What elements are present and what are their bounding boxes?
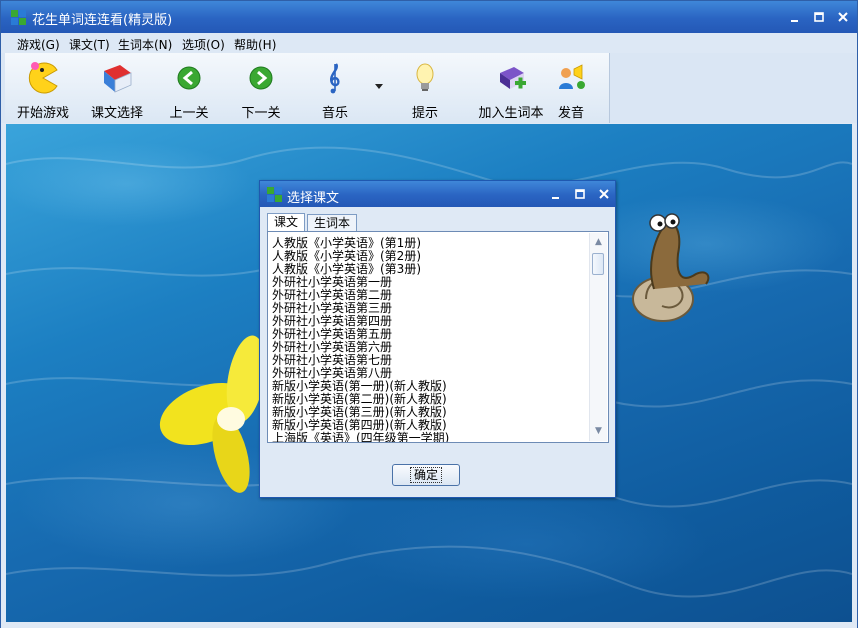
app-grid-icon	[11, 10, 26, 25]
arrow-left-icon	[177, 66, 201, 90]
music-note-icon	[329, 63, 340, 94]
scroll-thumb[interactable]	[592, 253, 604, 275]
next-level-button[interactable]: 下一关	[225, 57, 297, 121]
listbox-scrollbar[interactable]: ▲ ▼	[589, 233, 607, 441]
previous-level-button[interactable]: 上一关	[153, 57, 225, 121]
toolbar: 开始游戏 课文选择 上一关 下一关 音乐 提示 加入生词本 发音	[1, 53, 857, 123]
scroll-up-icon[interactable]: ▲	[590, 235, 607, 250]
add-book-icon	[500, 67, 526, 89]
dialog-title-bar[interactable]: 选择课文	[260, 181, 615, 207]
lesson-list-item[interactable]: 上海版《英语》(四年级第一学期)	[272, 432, 590, 443]
pacman-icon	[28, 62, 58, 94]
select-lesson-dialog: 选择课文 课文 生词本 人教版《小学英语》(第1册) 人教版《小学英语》(第2册)…	[259, 180, 616, 498]
arrow-right-icon	[249, 66, 273, 90]
book-icon	[104, 65, 132, 93]
menu-options[interactable]: 选项(O)	[182, 36, 225, 53]
ok-button[interactable]: 确定	[392, 464, 460, 486]
speaker-person-icon	[559, 64, 585, 89]
maximize-icon[interactable]	[811, 9, 827, 25]
menu-wordbook[interactable]: 生词本(N)	[118, 36, 172, 53]
toolbar-button-area: 开始游戏 课文选择 上一关 下一关 音乐 提示 加入生词本 发音	[5, 53, 610, 123]
lesson-list: 人教版《小学英语》(第1册) 人教版《小学英语》(第2册) 人教版《小学英语》(第3…	[272, 237, 590, 443]
window-bottom-edge	[1, 622, 857, 628]
scroll-down-icon[interactable]: ▼	[590, 424, 607, 439]
previous-level-label: 上一关	[169, 106, 209, 121]
music-dropdown-arrow-icon[interactable]	[375, 84, 383, 89]
ok-button-label: 确定	[409, 467, 442, 483]
dialog-app-grid-icon	[267, 187, 282, 202]
music-label: 音乐	[321, 106, 348, 121]
dialog-maximize-icon[interactable]	[572, 186, 588, 202]
tab-lessons[interactable]: 课文	[267, 213, 305, 232]
select-lesson-label: 课文选择	[90, 106, 143, 121]
hint-button[interactable]: 提示	[389, 57, 461, 121]
window-title: 花生单词连连看(精灵版)	[32, 13, 173, 28]
select-lesson-button[interactable]: 课文选择	[81, 57, 153, 121]
pronounce-button[interactable]: 发音	[535, 57, 607, 121]
next-level-label: 下一关	[241, 106, 281, 121]
music-button[interactable]: 音乐	[299, 57, 371, 121]
snail-mascot	[632, 213, 710, 322]
menu-lesson[interactable]: 课文(T)	[69, 36, 110, 53]
start-game-button[interactable]: 开始游戏	[7, 57, 79, 121]
title-bar[interactable]: 花生单词连连看(精灵版)	[1, 1, 857, 33]
start-game-label: 开始游戏	[16, 106, 69, 121]
dialog-close-icon[interactable]	[596, 186, 612, 202]
dialog-minimize-icon[interactable]	[548, 186, 564, 202]
lightbulb-icon	[416, 63, 434, 91]
menu-bar: 游戏(G) 课文(T) 生词本(N) 选项(O) 帮助(H)	[1, 33, 857, 53]
tab-wordbook[interactable]: 生词本	[307, 214, 357, 231]
menu-game[interactable]: 游戏(G)	[17, 36, 60, 53]
dialog-title: 选择课文	[287, 191, 340, 206]
hint-label: 提示	[411, 106, 438, 121]
menu-help[interactable]: 帮助(H)	[234, 36, 276, 53]
minimize-icon[interactable]	[787, 9, 803, 25]
close-icon[interactable]	[835, 9, 851, 25]
pronounce-label: 发音	[557, 106, 584, 121]
flower-illustration	[159, 335, 266, 493]
lesson-listbox[interactable]: 人教版《小学英语》(第1册) 人教版《小学英语》(第2册) 人教版《小学英语》(第3…	[267, 231, 609, 443]
